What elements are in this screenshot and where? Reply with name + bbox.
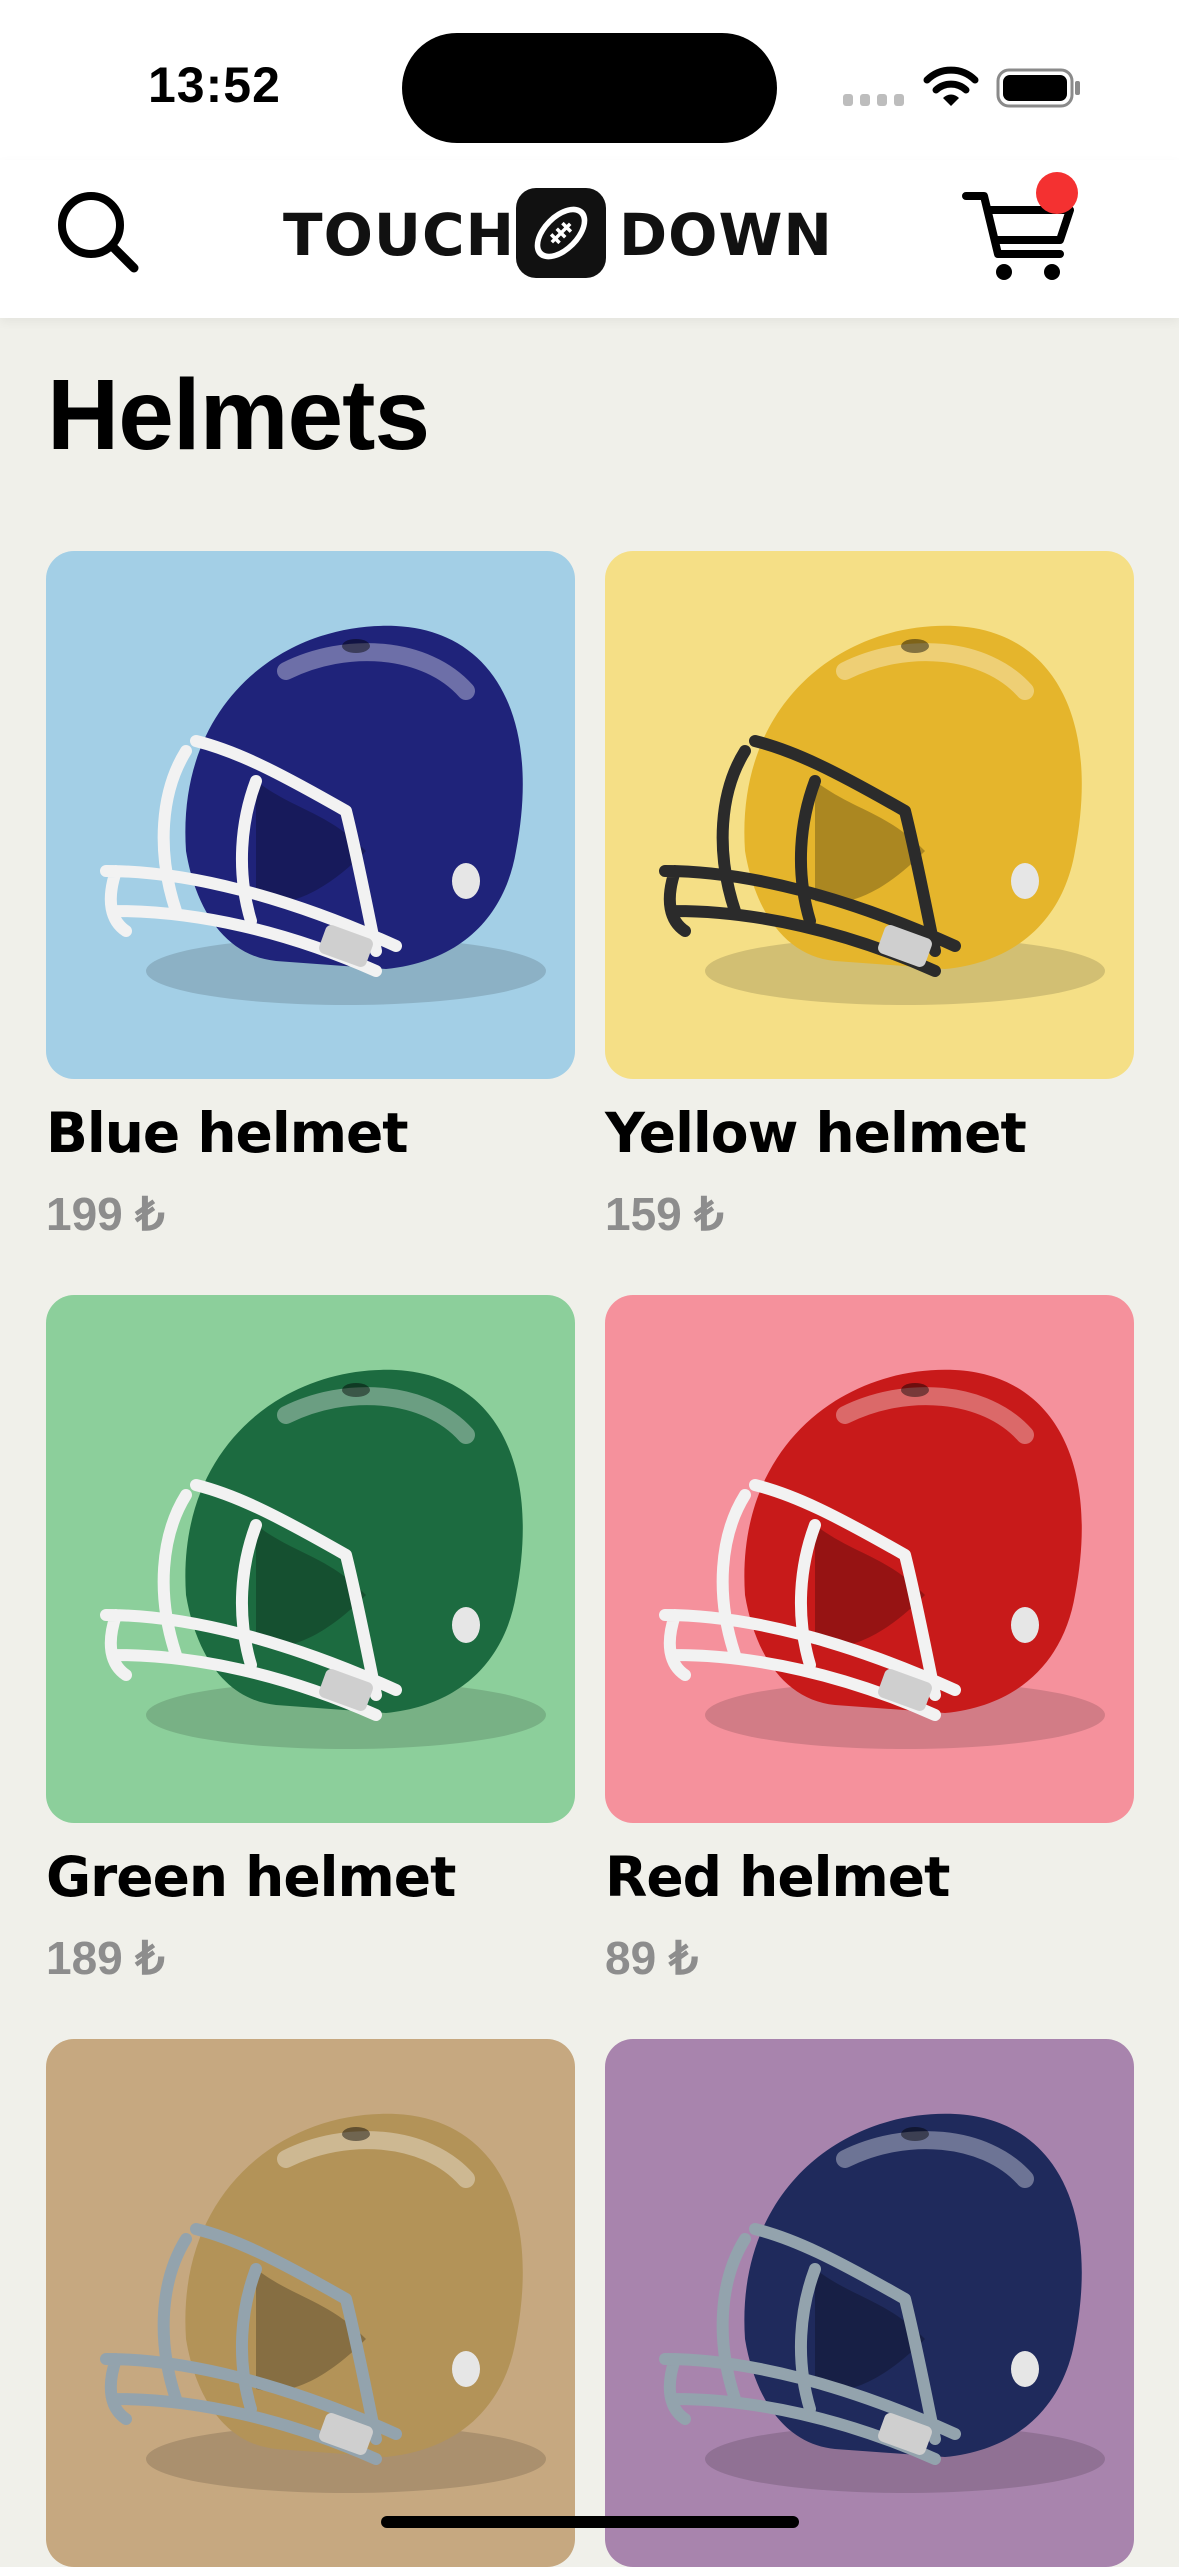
dynamic-island xyxy=(402,33,777,143)
wifi-icon xyxy=(923,66,979,106)
product-image xyxy=(46,2039,575,2567)
logo-text-right: DOWN xyxy=(619,201,833,269)
search-icon xyxy=(58,192,139,273)
product-name: Green helmet xyxy=(46,1845,456,1909)
product-price: 199 ₺ xyxy=(46,1188,165,1240)
product-image xyxy=(605,2039,1134,2567)
product-price: 159 ₺ xyxy=(605,1188,724,1240)
logo-text-left: TOUCH xyxy=(283,201,516,269)
product-image xyxy=(46,551,575,1079)
page-title: Helmets xyxy=(47,359,430,471)
app-header: TOUCH DOWN xyxy=(0,160,1179,318)
football-icon xyxy=(516,188,606,278)
product-card[interactable]: Red helmet 89 ₺ xyxy=(605,1295,1134,1985)
cart-badge xyxy=(1036,172,1078,214)
product-name: Red helmet xyxy=(605,1845,950,1909)
product-card[interactable]: Blue helmet 199 ₺ xyxy=(46,551,575,1241)
product-card[interactable]: Yellow helmet 159 ₺ xyxy=(605,551,1134,1241)
battery-icon xyxy=(996,68,1080,108)
status-time: 13:52 xyxy=(148,57,281,113)
product-price: 89 ₺ xyxy=(605,1932,699,1984)
product-price: 189 ₺ xyxy=(46,1932,165,1984)
product-card[interactable] xyxy=(605,2039,1134,2567)
product-name: Yellow helmet xyxy=(605,1101,1027,1165)
brand-logo[interactable]: TOUCH DOWN xyxy=(283,176,832,278)
cellular-signal-icon xyxy=(843,94,904,106)
product-image xyxy=(605,551,1134,1079)
product-name: Blue helmet xyxy=(46,1101,409,1165)
product-image xyxy=(605,1295,1134,1823)
status-bar: 13:52 xyxy=(0,0,1179,160)
home-indicator[interactable] xyxy=(381,2516,799,2528)
product-card[interactable] xyxy=(46,2039,575,2567)
product-card[interactable]: Green helmet 189 ₺ xyxy=(46,1295,575,1985)
search-button[interactable] xyxy=(48,182,148,282)
product-image xyxy=(46,1295,575,1823)
